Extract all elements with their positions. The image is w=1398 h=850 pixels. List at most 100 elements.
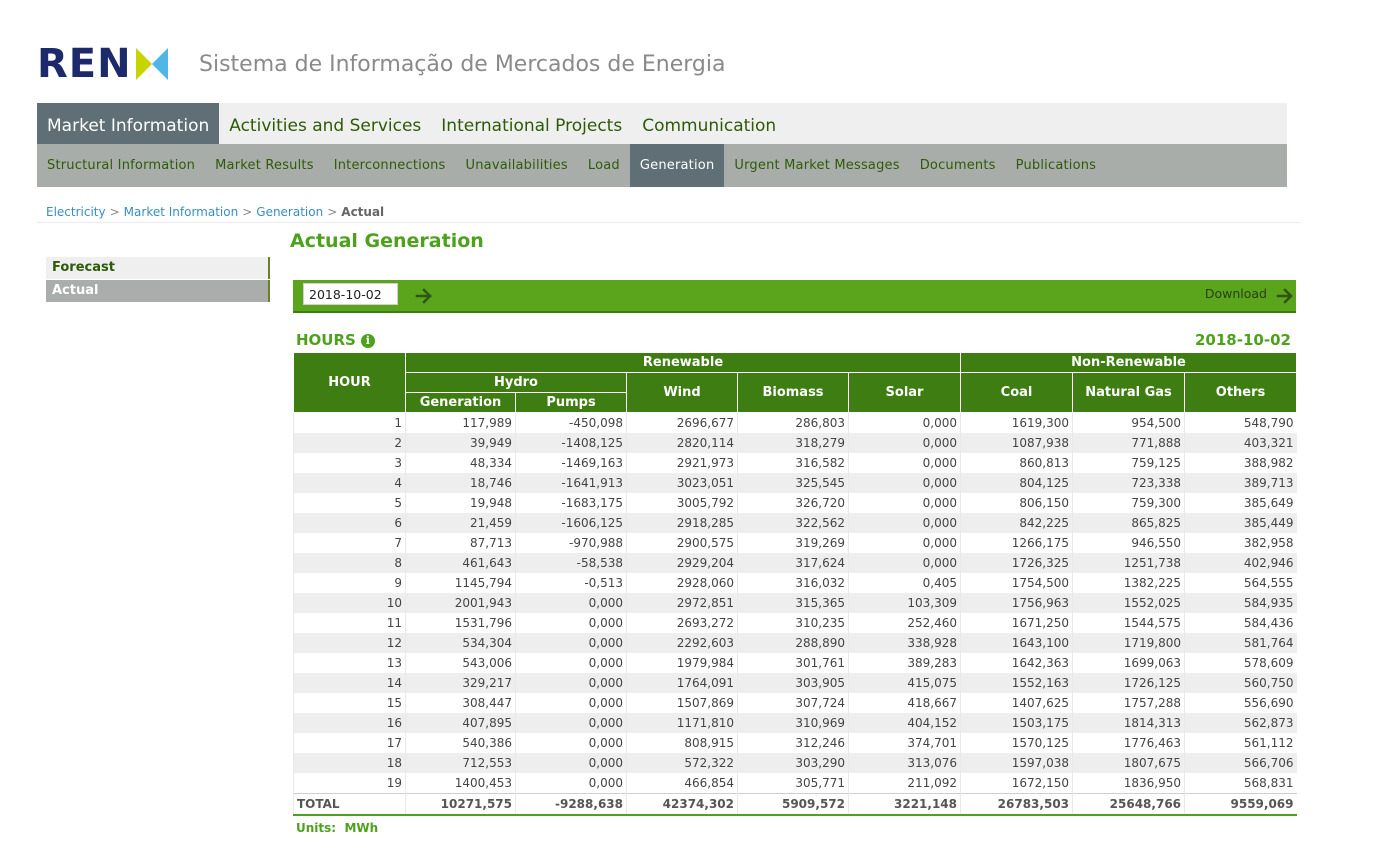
table-row: 2 39,949 -1408,125 2820,114 318,279 0,000 1087…: [293, 433, 1297, 453]
generation-table: HOUR Renewable Non-Renewable Hydro Wind …: [293, 352, 1298, 816]
value-cell: 211,092: [847, 773, 961, 794]
breadcrumb-separator: >: [327, 205, 338, 219]
nav-market-information[interactable]: Market Information: [37, 103, 220, 144]
nav-activities-and-services[interactable]: Activities and Services: [219, 103, 431, 144]
table-row: 6 21,459 -1606,125 2918,285 322,562 0,000 842,…: [293, 513, 1297, 533]
value-cell: 2921,973: [626, 453, 738, 473]
value-cell: 561,112: [1184, 733, 1297, 753]
hour-cell: 2: [293, 433, 406, 453]
value-cell: 303,290: [737, 753, 849, 773]
value-cell: 382,958: [1184, 533, 1297, 553]
table-row: 11 1531,796 0,000 2693,272 310,235 252,460 167…: [293, 613, 1297, 633]
header-others: Others: [1184, 372, 1298, 413]
logo-text: REN: [37, 41, 132, 87]
table-date: 2018-10-02: [1195, 331, 1291, 349]
value-cell: 1266,175: [960, 533, 1073, 553]
subnav-market-results[interactable]: Market Results: [205, 144, 324, 187]
value-cell: 560,750: [1184, 673, 1297, 693]
value-cell: 860,813: [960, 453, 1073, 473]
value-cell: 385,649: [1184, 493, 1297, 513]
header-coal: Coal: [960, 372, 1074, 413]
value-cell: 403,321: [1184, 433, 1297, 453]
value-cell: 103,309: [847, 593, 961, 613]
nav-communication[interactable]: Communication: [632, 103, 786, 144]
download-arrow-icon[interactable]: [1276, 287, 1294, 305]
subnav-structural-information[interactable]: Structural Information: [37, 144, 205, 187]
sidebar-item-forecast[interactable]: Forecast: [46, 257, 270, 279]
table-row: 16 407,895 0,000 1171,810 310,969 404,152 1503…: [293, 713, 1297, 733]
value-cell: -0,513: [515, 573, 627, 593]
value-cell: 1699,063: [1072, 653, 1185, 673]
value-cell: 556,690: [1184, 693, 1297, 713]
hour-cell: 17: [293, 733, 406, 753]
total-cell: 10271,575: [405, 793, 516, 816]
arrow-right-icon[interactable]: [415, 287, 433, 305]
value-cell: 329,217: [405, 673, 516, 693]
hour-cell: 15: [293, 693, 406, 713]
value-cell: 1671,250: [960, 613, 1073, 633]
value-cell: -1641,913: [515, 473, 627, 493]
total-cell: 9559,069: [1184, 793, 1297, 816]
ren-logo[interactable]: REN: [37, 44, 170, 84]
value-cell: 1754,500: [960, 573, 1073, 593]
value-cell: 315,365: [737, 593, 849, 613]
breadcrumb-electricity[interactable]: Electricity: [46, 205, 106, 219]
value-cell: 326,720: [737, 493, 849, 513]
total-label: TOTAL: [293, 793, 406, 816]
info-icon[interactable]: i: [360, 334, 375, 348]
value-cell: 0,000: [847, 513, 961, 533]
nav-international-projects[interactable]: International Projects: [431, 103, 632, 144]
subnav-generation[interactable]: Generation: [629, 144, 725, 187]
value-cell: 1642,363: [960, 653, 1073, 673]
table-row: 3 48,334 -1469,163 2921,973 316,582 0,000 860,…: [293, 453, 1297, 473]
hour-cell: 10: [293, 593, 406, 613]
value-cell: 374,701: [847, 733, 961, 753]
value-cell: 1407,625: [960, 693, 1073, 713]
value-cell: 1814,313: [1072, 713, 1185, 733]
value-cell: 39,949: [405, 433, 516, 453]
table-row: 12 534,304 0,000 2292,603 288,890 338,928 1643…: [293, 633, 1297, 653]
value-cell: 564,555: [1184, 573, 1297, 593]
sidebar-item-actual[interactable]: Actual: [46, 280, 270, 302]
subnav-publications[interactable]: Publications: [1006, 144, 1107, 187]
value-cell: 1552,163: [960, 673, 1073, 693]
hour-cell: 5: [293, 493, 406, 513]
value-cell: 389,283: [847, 653, 961, 673]
value-cell: 584,935: [1184, 593, 1297, 613]
subnav-unavailabilities[interactable]: Unavailabilities: [456, 144, 578, 187]
value-cell: 1726,125: [1072, 673, 1185, 693]
download-link[interactable]: Download: [1205, 286, 1267, 301]
value-cell: 322,562: [737, 513, 849, 533]
value-cell: 0,000: [515, 773, 627, 794]
value-cell: -58,538: [515, 553, 627, 573]
value-cell: 2292,603: [626, 633, 738, 653]
total-cell: 5909,572: [737, 793, 849, 816]
date-input[interactable]: [303, 283, 398, 305]
table-row: 19 1400,453 0,000 466,854 305,771 211,092 1672…: [293, 773, 1297, 794]
breadcrumb: Electricity > Market Information > Generatio…: [46, 205, 384, 219]
value-cell: 1382,225: [1072, 573, 1185, 593]
value-cell: 325,545: [737, 473, 849, 493]
breadcrumb-generation[interactable]: Generation: [256, 205, 323, 219]
value-cell: 389,713: [1184, 473, 1297, 493]
total-cell: -9288,638: [515, 793, 627, 816]
value-cell: 771,888: [1072, 433, 1185, 453]
header-biomass: Biomass: [737, 372, 849, 413]
value-cell: -970,988: [515, 533, 627, 553]
table-row: 15 308,447 0,000 1507,869 307,724 418,667 1407…: [293, 693, 1297, 713]
value-cell: 288,890: [737, 633, 849, 653]
value-cell: 404,152: [847, 713, 961, 733]
value-cell: 1503,175: [960, 713, 1073, 733]
total-cell: 42374,302: [626, 793, 738, 816]
subnav-documents[interactable]: Documents: [910, 144, 1006, 187]
value-cell: 0,000: [515, 733, 627, 753]
value-cell: 1719,800: [1072, 633, 1185, 653]
value-cell: 1979,984: [626, 653, 738, 673]
value-cell: 2972,851: [626, 593, 738, 613]
subnav-load[interactable]: Load: [578, 144, 630, 187]
header-pumps: Pumps: [515, 392, 627, 413]
breadcrumb-market-information[interactable]: Market Information: [124, 205, 239, 219]
table-row: 4 18,746 -1641,913 3023,051 325,545 0,000 804,…: [293, 473, 1297, 493]
subnav-urgent-market-messages[interactable]: Urgent Market Messages: [724, 144, 909, 187]
subnav-interconnections[interactable]: Interconnections: [324, 144, 456, 187]
